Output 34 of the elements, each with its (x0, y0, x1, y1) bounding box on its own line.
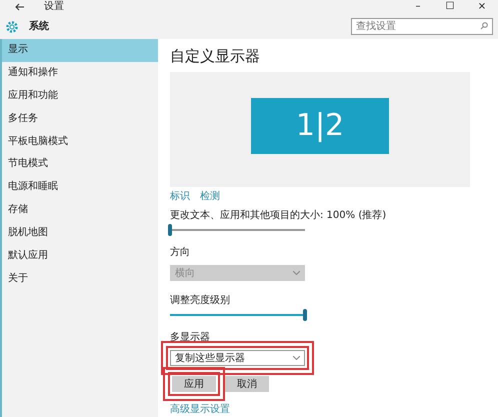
chevron-icon (293, 271, 300, 275)
page-title: 自定义显示器 (170, 46, 261, 67)
chevron-icon (293, 356, 300, 360)
maximize-button[interactable]: ☐ (434, 0, 466, 14)
section-title: 系统 (29, 20, 49, 34)
window-title: 设置 (44, 0, 64, 14)
sidebar-item[interactable]: 应用和功能 (2, 84, 158, 108)
sidebar-item[interactable]: 显示 (2, 39, 158, 62)
sidebar-item[interactable]: 脱机地图 (2, 222, 158, 246)
link[interactable]: 标识 (170, 189, 190, 204)
slider-label: 调整亮度级别 (170, 294, 230, 307)
advanced-settings-link[interactable]: 高级显示设置 (170, 402, 230, 417)
minimize-button[interactable]: – (402, 0, 434, 14)
dropdown-label: 方向 (170, 246, 190, 259)
sidebar-item[interactable]: 存储 (2, 199, 158, 222)
dropdown[interactable]: 复制这些显示器 (170, 350, 305, 366)
sidebar-item[interactable]: 电源和睡眠 (2, 176, 158, 200)
sidebar-item[interactable]: 默认应用 (2, 245, 158, 268)
sidebar-item[interactable]: 节电模式 (2, 153, 158, 176)
slider-label: 更改文本、应用和其他项目的大小: 100% (推荐) (170, 208, 386, 222)
sidebar-item[interactable]: 关于 (2, 268, 158, 291)
gear-icon (5, 20, 19, 34)
dropdown-value: 复制这些显示器 (175, 352, 245, 366)
link[interactable]: 检测 (200, 189, 220, 204)
search-field[interactable]: 查找设置 (351, 18, 493, 35)
dropdown-value: 横向 (175, 266, 195, 280)
sidebar-item[interactable]: 多任务 (2, 108, 158, 131)
close-button[interactable]: × (466, 0, 498, 14)
sidebar-item[interactable]: 平板电脑模式 (2, 130, 158, 154)
dropdown-label: 多显示器 (170, 331, 210, 344)
button[interactable]: 应用 (172, 376, 216, 392)
search-icon (480, 22, 488, 30)
sidebar-item[interactable]: 通知和操作 (2, 62, 158, 85)
button[interactable]: 取消 (225, 376, 269, 392)
